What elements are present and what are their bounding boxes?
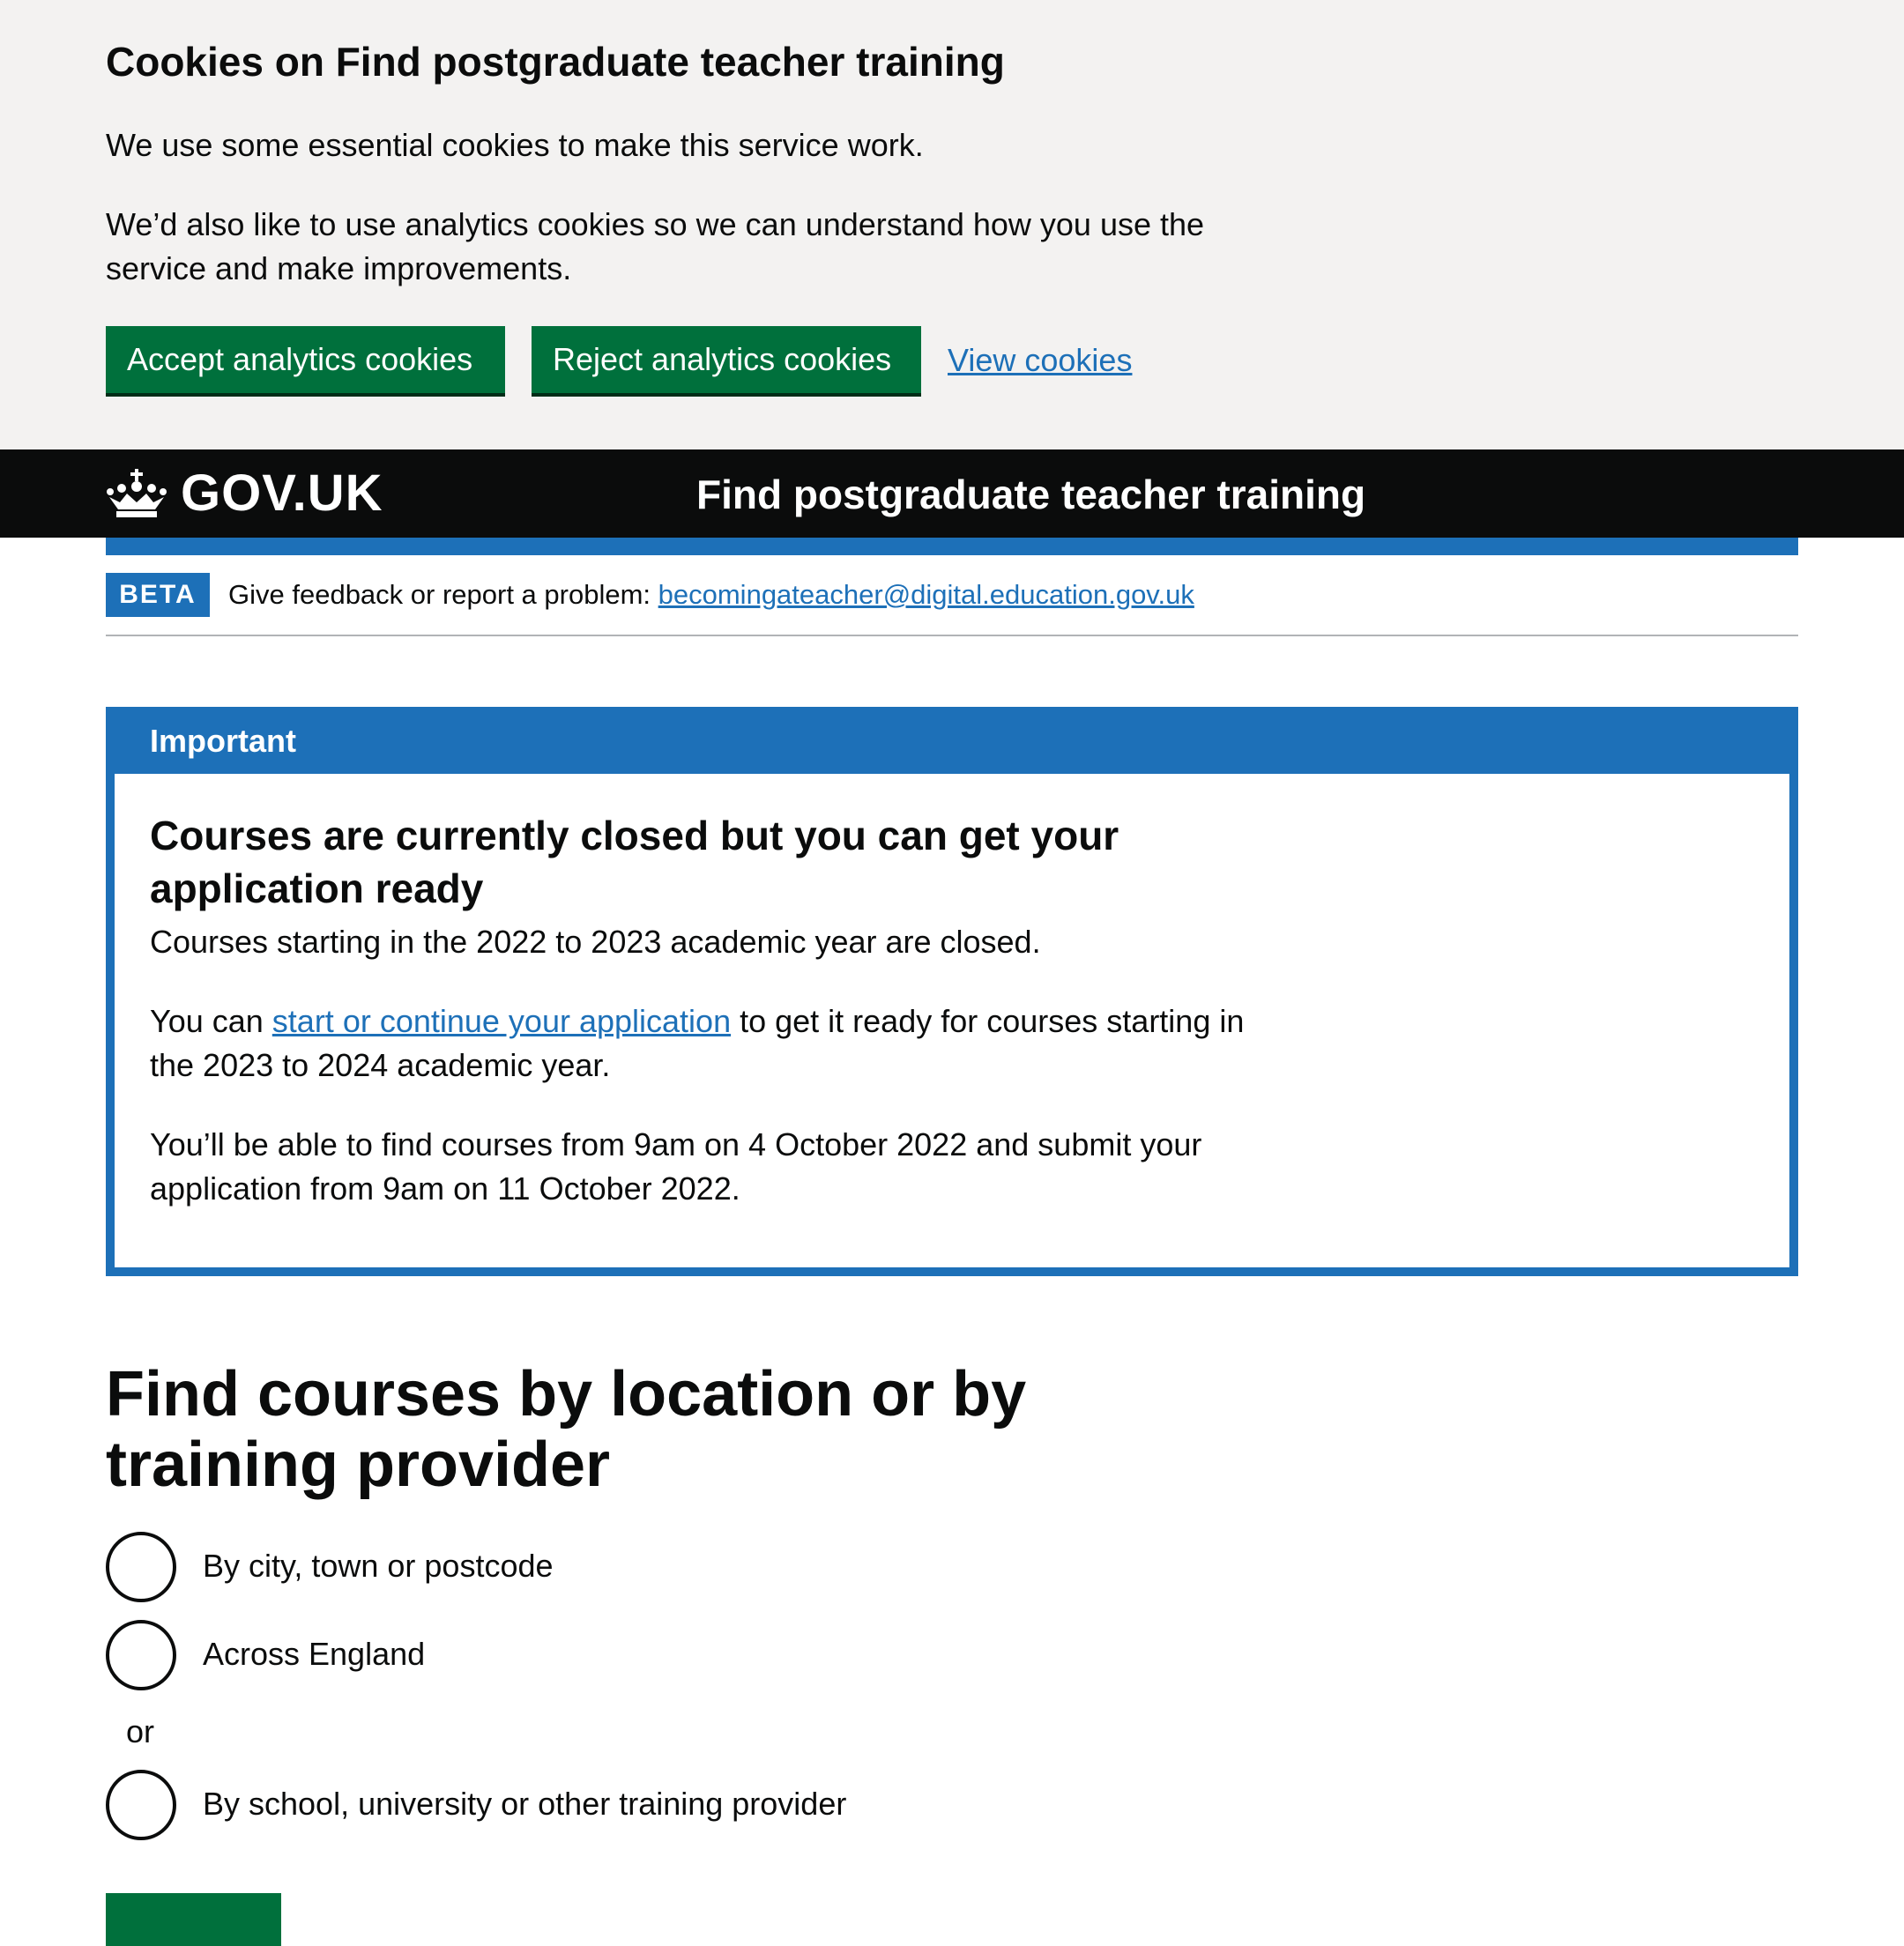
- beta-tag: BETA: [106, 573, 210, 617]
- notification-heading: Courses are currently closed but you can…: [150, 813, 1119, 911]
- cookie-banner-text-essential: We use some essential cookies to make th…: [106, 127, 924, 163]
- radio-label: By city, town or postcode: [203, 1548, 554, 1584]
- radio-circle-icon[interactable]: [106, 1620, 176, 1690]
- radio-circle-icon[interactable]: [106, 1532, 176, 1602]
- notification-title: Important: [150, 723, 296, 759]
- notification-text-closed: Courses starting in the 2022 to 2023 aca…: [150, 924, 1041, 960]
- notification-text-application: You can start or continue your applicati…: [150, 999, 1296, 1088]
- notification-content: Courses are currently closed but you can…: [115, 774, 1789, 1267]
- header-underline: [106, 538, 1798, 555]
- feedback-email-link[interactable]: becomingateacher@digital.education.gov.u…: [658, 579, 1194, 610]
- feedback-label: Give feedback or report a problem:: [228, 579, 658, 610]
- site-header: GOV.UK Find postgraduate teacher trainin…: [0, 449, 1904, 538]
- phase-banner: BETA Give feedback or report a problem: …: [106, 573, 1798, 636]
- cookie-banner-text-analytics: We’d also like to use analytics cookies …: [106, 206, 1205, 286]
- cookie-banner: Cookies on Find postgraduate teacher tra…: [0, 0, 1904, 449]
- radio-across-england[interactable]: Across England: [106, 1620, 1428, 1690]
- govuk-logo-link[interactable]: GOV.UK: [181, 464, 383, 524]
- accept-analytics-cookies-button[interactable]: Accept analytics cookies: [106, 326, 505, 393]
- radio-label: Across England: [203, 1636, 426, 1672]
- page-title: Find courses by location or by training …: [106, 1359, 1027, 1500]
- crown-icon: [107, 469, 167, 517]
- radio-circle-icon[interactable]: [106, 1770, 176, 1840]
- phase-banner-text: Give feedback or report a problem: becom…: [228, 577, 1194, 613]
- radio-by-provider[interactable]: By school, university or other training …: [106, 1770, 1428, 1840]
- cookie-banner-heading: Cookies on Find postgraduate teacher tra…: [106, 39, 1005, 85]
- radio-label: By school, university or other training …: [203, 1786, 847, 1822]
- important-notification-banner: Important Courses are currently closed b…: [106, 707, 1798, 1276]
- radio-by-location[interactable]: By city, town or postcode: [106, 1532, 1428, 1602]
- notification-text-prefix: You can: [150, 1003, 272, 1039]
- notification-text-dates: You’ll be able to find courses from 9am …: [150, 1126, 1202, 1207]
- continue-button[interactable]: [106, 1893, 281, 1946]
- radio-divider: or: [126, 1713, 155, 1749]
- view-cookies-link[interactable]: View cookies: [948, 338, 1132, 383]
- start-application-link[interactable]: start or continue your application: [272, 1003, 731, 1039]
- reject-analytics-cookies-button[interactable]: Reject analytics cookies: [532, 326, 921, 393]
- service-name-link[interactable]: Find postgraduate teacher training: [696, 469, 1365, 520]
